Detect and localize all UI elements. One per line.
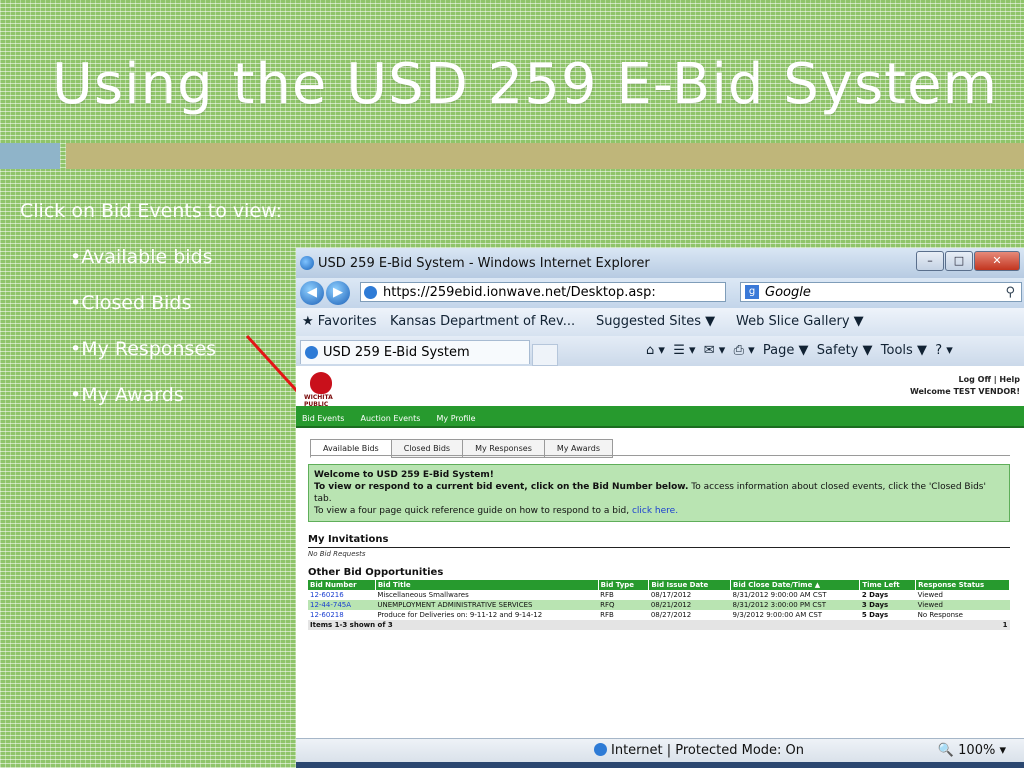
bid-table: Bid Number Bid Title Bid Type Bid Issue … [308, 580, 1010, 630]
favorites-button[interactable]: ★ Favorites [302, 314, 377, 329]
print-icon[interactable]: ⎙ ▾ [734, 343, 755, 358]
response-status: Viewed [915, 600, 1010, 610]
search-box[interactable]: g Google ⚲ [740, 282, 1022, 302]
bid-number-link[interactable]: 12-44-745A [308, 600, 376, 610]
nav-auction-events[interactable]: Auction Events [361, 414, 421, 423]
home-icon[interactable]: ⌂ ▾ [646, 343, 665, 358]
close-date: 8/31/2012 3:00:00 PM CST [730, 600, 860, 610]
page-menu[interactable]: Page ▼ [763, 343, 809, 358]
table-row: 12-60216 Miscellaneous Smallwares RFB 08… [308, 590, 1010, 600]
opportunities-title: Other Bid Opportunities [308, 567, 444, 578]
table-footer: Items 1-3 shown of 3 1 [308, 620, 1010, 630]
time-left: 2 Days [861, 591, 889, 599]
help-icon[interactable]: ? ▾ [935, 343, 953, 358]
window-controls: – □ ✕ [915, 251, 1020, 271]
response-status: No Response [917, 611, 963, 619]
command-bar: ⌂ ▾ ☰ ▾ ✉ ▾ ⎙ ▾ Page ▼ Safety ▼ Tools ▼ … [646, 343, 953, 358]
table-row: 12-44-745A UNEMPLOYMENT ADMINISTRATIVE S… [308, 600, 1010, 610]
search-placeholder: Google [765, 285, 811, 300]
bid-title: Miscellaneous Smallwares [377, 591, 469, 599]
nav-my-profile[interactable]: My Profile [437, 414, 476, 423]
welcome-heading: Welcome to USD 259 E-Bid System! [314, 470, 494, 480]
invitations-title: My Invitations [308, 534, 389, 545]
fav-item-webslice[interactable]: Web Slice Gallery ▼ [736, 314, 864, 329]
issue-date: 08/17/2012 [650, 591, 692, 599]
favorites-bar: ★ Favorites Kansas Department of Rev... … [296, 308, 1024, 336]
bid-type: RFQ [598, 600, 649, 610]
status-bar: Internet | Protected Mode: On 🔍 100% ▾ [296, 738, 1024, 763]
logoff-help-links[interactable]: Log Off | Help [910, 374, 1020, 386]
tab-title: USD 259 E-Bid System [323, 345, 470, 360]
table-row: 12-60218 Produce for Deliveries on: 9-11… [308, 610, 1010, 620]
tab-row: USD 259 E-Bid System ⌂ ▾ ☰ ▾ ✉ ▾ ⎙ ▾ Pag… [296, 336, 1024, 367]
col-bid-number[interactable]: Bid Number [308, 580, 376, 590]
forward-button[interactable]: ▶ [326, 281, 350, 305]
new-tab-button[interactable] [532, 344, 558, 366]
globe-icon [594, 743, 607, 756]
bid-title: Produce for Deliveries on: 9-11-12 and 9… [377, 611, 543, 619]
close-date: 9/3/2012 9:00:00 AM CST [732, 611, 823, 619]
col-bid-title[interactable]: Bid Title [375, 580, 599, 590]
welcome-box: Welcome to USD 259 E-Bid System! To view… [308, 464, 1010, 522]
guide-text: To view a four page quick reference guid… [314, 506, 632, 516]
col-time-left[interactable]: Time Left [859, 580, 917, 590]
bid-title: UNEMPLOYMENT ADMINISTRATIVE SERVICES [375, 600, 599, 610]
items-count: Items 1-3 shown of 3 [308, 620, 916, 630]
table-header: Bid Number Bid Title Bid Type Bid Issue … [308, 580, 1010, 590]
browser-window: USD 259 E-Bid System - Windows Internet … [296, 248, 1024, 768]
globe-icon [305, 346, 318, 359]
section-divider [308, 547, 1010, 548]
bid-number-link[interactable]: 12-60218 [308, 610, 375, 620]
close-date: 8/31/2012 9:00:00 AM CST [732, 591, 827, 599]
fav-item-kansas[interactable]: Kansas Department of Rev... [390, 314, 575, 329]
apple-icon [310, 372, 332, 394]
bid-type: RFB [600, 591, 614, 599]
welcome-user: Welcome TEST VENDOR! [909, 387, 1020, 396]
close-button[interactable]: ✕ [974, 251, 1020, 271]
issue-date: 08/27/2012 [650, 611, 692, 619]
taskbar [296, 762, 1024, 768]
web-page: WICHITA PUBLIC SCHOOLS Log Off | Help We… [296, 366, 1024, 756]
security-zone[interactable]: Internet | Protected Mode: On [594, 743, 804, 758]
issue-date: 08/21/2012 [648, 600, 731, 610]
welcome-instruction: To view or respond to a current bid even… [314, 482, 689, 492]
tab-underline [310, 455, 1010, 456]
back-button[interactable]: ◀ [300, 281, 324, 305]
bid-type: RFB [600, 611, 614, 619]
time-left: 5 Days [861, 611, 889, 619]
tools-menu[interactable]: Tools ▼ [881, 343, 927, 358]
col-response-status[interactable]: Response Status [915, 580, 1010, 590]
top-links: Log Off | Help Welcome TEST VENDOR! [910, 374, 1020, 398]
school-logo: WICHITA PUBLIC SCHOOLS [304, 372, 340, 415]
globe-icon [364, 286, 377, 299]
time-left: 3 Days [859, 600, 916, 610]
page-number[interactable]: 1 [915, 620, 1010, 630]
address-bar[interactable]: https://259ebid.ionwave.net/Desktop.asp: [360, 282, 726, 302]
col-close-date[interactable]: Bid Close Date/Time ▲ [730, 580, 861, 590]
minimize-button[interactable]: – [916, 251, 944, 271]
window-title: USD 259 E-Bid System - Windows Internet … [318, 256, 650, 271]
site-nav: Bid Events Auction Events My Profile [296, 406, 1024, 428]
address-text: https://259ebid.ionwave.net/Desktop.asp: [383, 285, 656, 300]
no-requests: No Bid Requests [308, 550, 366, 558]
browser-tab[interactable]: USD 259 E-Bid System [300, 340, 530, 364]
fav-item-suggested[interactable]: Suggested Sites ▼ [596, 314, 715, 329]
col-issue-date[interactable]: Bid Issue Date [648, 580, 732, 590]
address-row: ◀ ▶ https://259ebid.ionwave.net/Desktop.… [296, 278, 1024, 308]
feeds-icon[interactable]: ☰ ▾ [673, 343, 695, 358]
search-icon[interactable]: ⚲ [1005, 283, 1015, 303]
zoom-level[interactable]: 🔍 100% ▾ [938, 743, 1006, 758]
google-icon: g [745, 285, 759, 299]
maximize-button[interactable]: □ [945, 251, 973, 271]
response-status: Viewed [917, 591, 943, 599]
bid-number-link[interactable]: 12-60216 [308, 590, 375, 600]
ie-icon [300, 256, 314, 270]
mail-icon[interactable]: ✉ ▾ [704, 343, 726, 358]
safety-menu[interactable]: Safety ▼ [817, 343, 873, 358]
window-titlebar: USD 259 E-Bid System - Windows Internet … [296, 248, 1024, 278]
col-bid-type[interactable]: Bid Type [598, 580, 650, 590]
nav-bid-events[interactable]: Bid Events [302, 414, 344, 423]
guide-link[interactable]: click here. [632, 506, 678, 516]
